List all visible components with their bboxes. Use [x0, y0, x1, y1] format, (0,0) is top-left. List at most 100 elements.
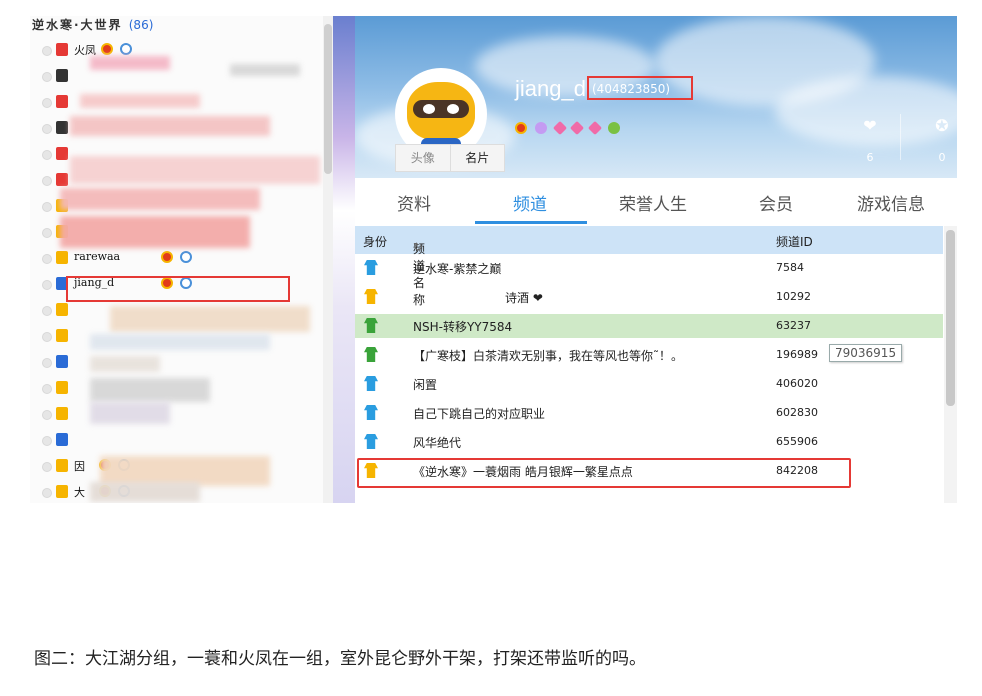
heart-icon: ❤: [863, 116, 877, 135]
role-shirt-icon: [364, 376, 378, 391]
profile-panel: 头像 名片 jiang_d (404823850) ❤ 6 ✪ 0 资料 频道 …: [355, 16, 957, 503]
avatar-tab-card[interactable]: 名片: [449, 145, 505, 171]
table-row[interactable]: 自己下跳自己的对应职业 602830: [355, 401, 943, 425]
role-shirt-icon: [364, 318, 378, 333]
crown-medal-icon: [515, 121, 527, 134]
tab-channels[interactable]: 频道: [513, 190, 547, 215]
id-tooltip: 79036915: [829, 344, 903, 362]
group-count: (86): [128, 18, 154, 32]
group-header[interactable]: 逆水寒·大世界 (86): [32, 16, 153, 33]
role-icon: [56, 95, 68, 108]
screenshot: 逆水寒·大世界 (86) 火凤 rarewaa jiang_d 因大 头像 名片…: [30, 16, 957, 503]
stat-awards[interactable]: ✪ 0: [915, 116, 957, 164]
awards-count: 0: [938, 151, 946, 164]
table-row[interactable]: 闲置 406020: [355, 372, 943, 396]
active-tab-indicator: [475, 221, 587, 224]
channel-id: 196989: [776, 348, 818, 361]
channel-id: 7584: [776, 261, 804, 274]
status-dot-icon: [42, 306, 52, 316]
member-name: rarewaa: [74, 250, 121, 263]
role-icon: [56, 303, 68, 316]
role-shirt-icon: [364, 434, 378, 449]
role-icon: [56, 147, 68, 160]
status-dot-icon: [42, 176, 52, 186]
role-icon: [56, 485, 68, 498]
member-row[interactable]: [30, 402, 322, 426]
tab-vip[interactable]: 会员: [759, 190, 793, 215]
role-icon: [56, 121, 68, 134]
status-dot-icon: [42, 462, 52, 472]
highlight-box-member: [66, 276, 290, 302]
col-role[interactable]: 身份: [363, 233, 387, 250]
role-icon: [56, 433, 68, 446]
channel-name: 【广寒枝】白茶清欢无别事，我在等风也等你˜！。: [413, 349, 684, 363]
crown-icon: [161, 251, 173, 263]
table-row[interactable]: NSH-转移YY7584 63237: [355, 314, 943, 338]
channel-id: 406020: [776, 377, 818, 390]
channel-name: NSH-转移YY7584: [413, 320, 513, 334]
role-shirt-icon: [364, 347, 378, 362]
role-icon: [56, 43, 68, 56]
badge-icon: [120, 43, 132, 55]
channel-table-header: 身份 频道名称 ↻ 频道ID: [355, 226, 943, 307]
channel-name: 风华绝代: [413, 436, 462, 450]
tab-info[interactable]: 资料: [397, 190, 431, 215]
role-icon: [56, 329, 68, 342]
refresh-icon[interactable]: ↻: [413, 240, 423, 254]
status-dot-icon: [42, 124, 52, 134]
member-row[interactable]: [30, 350, 322, 374]
member-row[interactable]: 火凤: [30, 38, 322, 62]
table-row[interactable]: 诗酒 ❤ 10292: [355, 285, 943, 309]
table-row[interactable]: 风华绝代 655906: [355, 430, 943, 454]
group-title: 逆水寒·大世界: [32, 18, 123, 32]
background-strip: [333, 16, 355, 503]
role-icon: [56, 407, 68, 420]
member-row[interactable]: [30, 428, 322, 452]
highlight-box-channel: [357, 458, 851, 488]
role-icon: [56, 173, 68, 186]
avatar-tab-photo[interactable]: 头像: [396, 145, 450, 171]
channel-id: 655906: [776, 435, 818, 448]
status-dot-icon: [42, 332, 52, 342]
status-dot-icon: [42, 280, 52, 290]
channel-id: 10292: [776, 290, 811, 303]
profile-nickname: jiang_d: [515, 76, 586, 101]
channel-name: 诗酒 ❤: [505, 291, 543, 305]
table-row[interactable]: 逆水寒-紫禁之巅 7584: [355, 256, 943, 280]
badge-icon: [180, 251, 192, 263]
status-dot-icon: [42, 46, 52, 56]
status-dot-icon: [42, 202, 52, 212]
status-dot-icon: [42, 98, 52, 108]
role-shirt-icon: [364, 260, 378, 275]
medal-row: [515, 120, 624, 135]
channel-id: 602830: [776, 406, 818, 419]
role-icon: [56, 69, 68, 82]
channel-name: 逆水寒-紫禁之巅: [413, 262, 502, 276]
status-dot-icon: [42, 150, 52, 160]
tab-game-info[interactable]: 游戏信息: [857, 190, 925, 215]
role-shirt-icon: [364, 289, 378, 304]
diamond-icon: [552, 120, 567, 135]
member-row[interactable]: rarewaa: [30, 246, 322, 270]
leaf-icon: [608, 121, 621, 134]
stat-likes[interactable]: ❤ 6: [843, 116, 897, 164]
ribbon-icon: ✪: [935, 116, 949, 135]
profile-tabs: 资料 频道 荣誉人生 会员 游戏信息: [355, 178, 957, 224]
channel-name: 闲置: [413, 378, 438, 392]
table-scrollbar-thumb[interactable]: [946, 230, 955, 406]
medal-icon: [534, 121, 547, 134]
highlight-box-uid: [587, 76, 693, 100]
avatar-tabs: 头像 名片: [395, 144, 505, 172]
status-dot-icon: [42, 488, 52, 498]
member-name: 大: [74, 486, 85, 499]
tab-honor[interactable]: 荣誉人生: [619, 190, 687, 215]
crown-icon: [101, 43, 113, 55]
likes-count: 6: [866, 151, 874, 164]
col-channel-id[interactable]: 频道ID: [776, 233, 813, 250]
role-shirt-icon: [364, 405, 378, 420]
status-dot-icon: [42, 384, 52, 394]
status-dot-icon: [42, 436, 52, 446]
status-dot-icon: [42, 254, 52, 264]
figure-caption: 图二：大江湖分组，一蓑和火凤在一组，室外昆仑野外干架，打架还带监听的吗。: [34, 649, 646, 669]
tree-scrollbar-thumb[interactable]: [324, 24, 332, 174]
